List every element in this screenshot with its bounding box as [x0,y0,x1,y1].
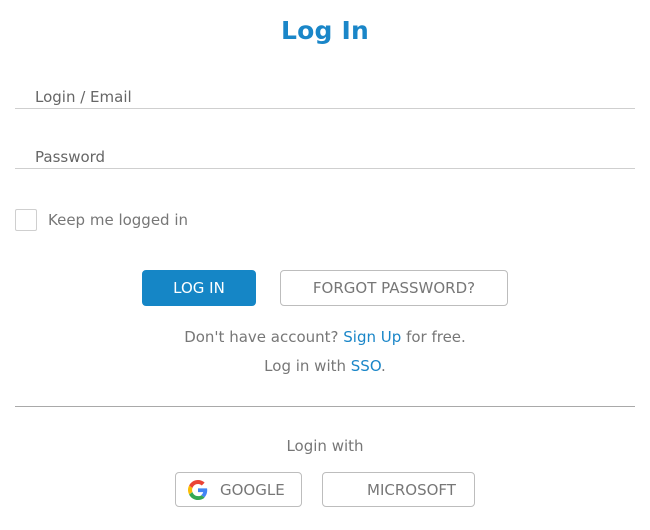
sso-link[interactable]: SSO [351,357,381,375]
google-login-button[interactable]: GOOGLE [175,472,302,507]
signup-suffix: for free. [406,328,466,346]
microsoft-label: MICROSOFT [367,480,456,499]
signup-prefix: Don't have account? [184,328,339,346]
sso-line: Log in with SSO. [0,357,650,375]
keep-logged-in-checkbox[interactable] [15,209,37,231]
signup-line: Don't have account? Sign Up for free. [0,328,650,346]
forgot-password-button[interactable]: FORGOT PASSWORD? [280,270,508,306]
google-label: GOOGLE [220,480,285,499]
page-title: Log In [280,16,369,45]
keep-logged-in-label[interactable]: Keep me logged in [48,211,188,229]
login-button[interactable]: LOG IN [142,270,256,306]
social-heading: Login with [286,437,364,455]
google-g-icon [188,479,208,500]
sso-prefix: Log in with [264,357,346,375]
keep-logged-in-row[interactable]: Keep me logged in [15,208,188,232]
login-email-field[interactable]: Login / Email [15,86,635,109]
login-email-input[interactable] [15,86,635,108]
microsoft-logo-icon [335,480,355,500]
password-field[interactable]: Password [15,146,635,169]
password-input[interactable] [15,146,635,168]
section-divider [15,406,635,407]
signup-link[interactable]: Sign Up [343,328,401,346]
sso-suffix: . [381,357,386,375]
microsoft-login-button[interactable]: MICROSOFT [322,472,475,507]
